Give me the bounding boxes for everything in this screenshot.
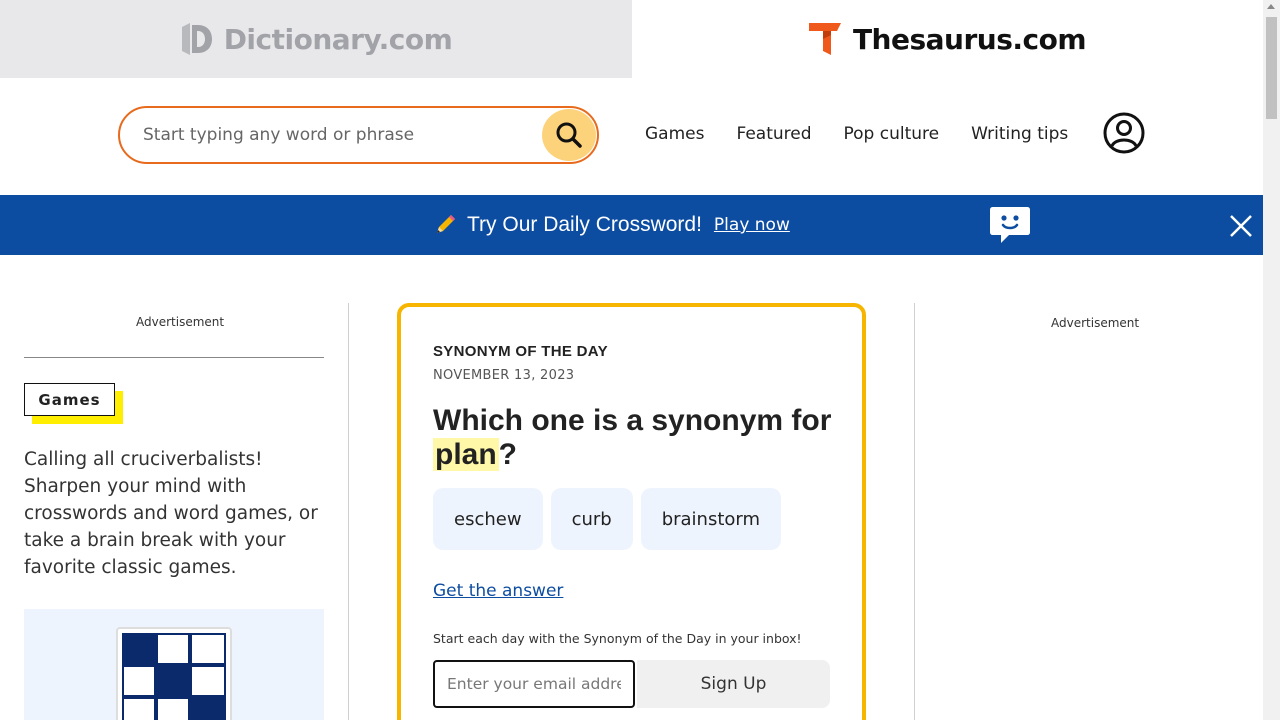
left-divider (24, 357, 324, 358)
email-field[interactable] (435, 662, 633, 706)
choice-curb[interactable]: curb (550, 488, 633, 550)
play-now-link[interactable]: Play now (714, 215, 790, 235)
synonym-question: Which one is a synonym for plan? (433, 404, 833, 472)
thesaurus-brand: Thesaurus.com (808, 21, 1087, 57)
right-column-divider (914, 303, 915, 720)
pencil-icon (437, 215, 455, 233)
choice-brainstorm[interactable]: brainstorm (640, 488, 782, 550)
email-field-wrapper (433, 660, 635, 708)
crossword-banner: Try Our Daily Crossword! Play now (0, 195, 1263, 255)
right-ad-label: Advertisement (1051, 316, 1140, 330)
games-tag-label: Games (24, 383, 115, 416)
tab-thesaurus[interactable]: Thesaurus.com (632, 0, 1263, 78)
nav-pop-culture[interactable]: Pop culture (844, 124, 940, 144)
nav-writing-tips[interactable]: Writing tips (971, 124, 1068, 144)
nav-featured[interactable]: Featured (736, 124, 811, 144)
games-description: Calling all cruciverbalists! Sharpen you… (24, 449, 318, 578)
left-column-divider (348, 303, 349, 720)
account-icon[interactable] (1103, 112, 1145, 154)
close-icon[interactable] (1228, 213, 1254, 239)
left-ad-label: Advertisement (136, 315, 225, 329)
answer-choices: eschew curb brainstorm (433, 488, 782, 550)
tab-dictionary[interactable]: Dictionary.com (0, 0, 632, 78)
dictionary-brand: Dictionary.com (180, 21, 453, 57)
thesaurus-brand-label: Thesaurus.com (852, 22, 1087, 56)
scrollbar[interactable] (1263, 0, 1280, 720)
main-nav: Games Featured Pop culture Writing tips (645, 124, 1068, 144)
dictionary-logo-icon (181, 23, 212, 55)
games-tag[interactable]: Games (24, 383, 123, 424)
crossword-grid-icon (116, 627, 232, 720)
dictionary-brand-label: Dictionary.com (223, 22, 453, 56)
newsletter-promo: Start each day with the Synonym of the D… (433, 631, 802, 646)
scroll-up-arrow-icon[interactable] (1267, 4, 1275, 9)
site-tabs: Dictionary.com Thesaurus.com (0, 0, 1263, 78)
card-eyebrow: SYNONYM OF THE DAY (433, 343, 608, 360)
card-date: NOVEMBER 13, 2023 (433, 368, 575, 383)
search-icon (556, 122, 582, 148)
search-bar (118, 106, 599, 164)
synonym-of-the-day-card: SYNONYM OF THE DAY NOVEMBER 13, 2023 Whi… (397, 303, 866, 720)
get-answer-link[interactable]: Get the answer (433, 581, 563, 601)
choice-eschew[interactable]: eschew (433, 488, 543, 550)
target-word: plan (433, 438, 499, 471)
scrollbar-thumb[interactable] (1266, 17, 1277, 119)
sign-up-button[interactable]: Sign Up (637, 660, 830, 708)
search-button[interactable] (542, 109, 596, 161)
nav-games[interactable]: Games (645, 124, 704, 144)
crossword-card[interactable] (24, 609, 324, 720)
banner-content: Try Our Daily Crossword! Play now (433, 195, 790, 255)
question-prefix: Which one is a synonym for (433, 404, 832, 437)
header: Games Featured Pop culture Writing tips (0, 78, 1263, 195)
question-suffix: ? (498, 438, 517, 471)
search-input[interactable] (143, 120, 533, 150)
page: Dictionary.com Thesaurus.com Start typin… (0, 0, 1280, 720)
banner-text: Try Our Daily Crossword! (467, 213, 702, 236)
chat-bot-icon[interactable] (989, 205, 1031, 245)
thesaurus-logo-icon (808, 23, 841, 55)
